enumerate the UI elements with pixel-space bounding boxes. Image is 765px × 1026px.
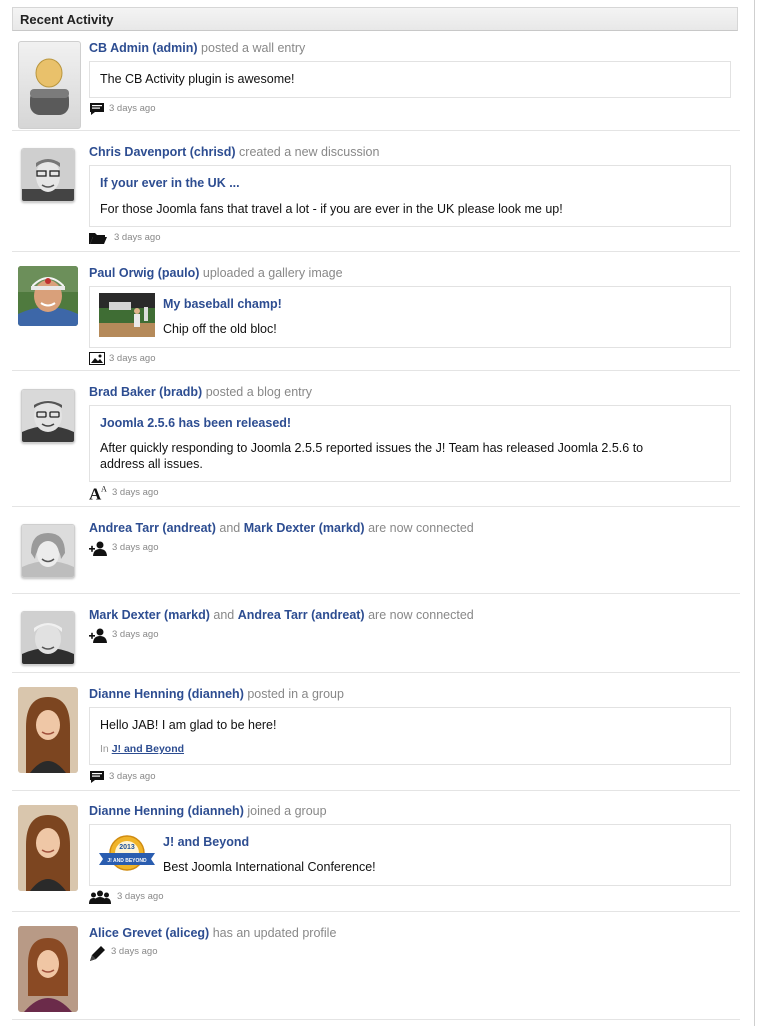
avatar[interactable] (21, 524, 75, 578)
badge-year: 2013 (119, 844, 135, 851)
activity-item: Dianne Henning (dianneh) posted in a gro… (12, 673, 740, 791)
avatar[interactable] (18, 266, 78, 326)
timestamp: 3 days ago (112, 487, 159, 498)
image-icon (89, 352, 105, 365)
timestamp: 3 days ago (112, 629, 159, 640)
joiner-text: and (213, 608, 235, 622)
actor-link[interactable]: CB Admin (admin) (89, 41, 198, 55)
action-text: are now connected (368, 521, 474, 535)
action-text: posted in a group (247, 687, 344, 701)
activity-title: Brad Baker (bradb) posted a blog entry (89, 385, 312, 399)
action-text: posted a blog entry (205, 385, 313, 399)
activity-title: Dianne Henning (dianneh) joined a group (89, 804, 327, 818)
group-prefix: In (100, 743, 109, 755)
activity-title: Andrea Tarr (andreat) and Mark Dexter (m… (89, 521, 474, 535)
content-text-line1: After quickly responding to Joomla 2.5.5… (100, 441, 644, 455)
actor-link[interactable]: Dianne Henning (dianneh) (89, 804, 244, 818)
activity-item: Chris Davenport (chrisd) created a new d… (12, 131, 740, 252)
scrollbar[interactable] (754, 0, 765, 1026)
activity-feed: CB Admin (admin) posted a wall entry The… (12, 31, 740, 1020)
content-text: The CB Activity plugin is awesome! (100, 72, 295, 86)
folder-icon (89, 233, 107, 244)
avatar[interactable] (21, 611, 75, 665)
actor2-link[interactable]: Mark Dexter (markd) (244, 521, 365, 535)
actor-link[interactable]: Dianne Henning (dianneh) (89, 687, 244, 701)
timestamp: 3 days ago (111, 946, 158, 957)
avatar[interactable] (18, 41, 81, 129)
content-text: Best Joomla International Conference! (163, 860, 376, 874)
action-text: has an updated profile (212, 926, 337, 940)
activity-content: 2013 J! AND BEYOND J! and Beyond Best Jo… (89, 824, 731, 886)
group-logo[interactable]: 2013 J! AND BEYOND (99, 831, 155, 875)
avatar[interactable] (18, 805, 78, 891)
activity-item: CB Admin (admin) posted a wall entry The… (12, 31, 740, 131)
timestamp: 3 days ago (109, 103, 156, 114)
timestamp: 3 days ago (114, 232, 161, 243)
add-user-icon (89, 628, 107, 643)
action-text: joined a group (247, 804, 327, 818)
activity-item: Mark Dexter (markd) and Andrea Tarr (and… (12, 594, 740, 673)
avatar[interactable] (18, 926, 78, 1012)
action-text: created a new discussion (239, 145, 380, 159)
gallery-title-link[interactable]: My baseball champ! (163, 297, 282, 311)
actor-link[interactable]: Alice Grevet (aliceg) (89, 926, 209, 940)
content-text: Hello JAB! I am glad to be here! (100, 718, 277, 732)
gallery-thumbnail[interactable] (99, 293, 155, 337)
timestamp: 3 days ago (112, 542, 159, 553)
joiner-text: and (219, 521, 241, 535)
actor-link[interactable]: Andrea Tarr (andreat) (89, 521, 216, 535)
svg-text:A: A (101, 485, 107, 494)
add-user-icon (89, 541, 107, 556)
group-reference: In J! and Beyond (100, 743, 184, 755)
activity-item: Brad Baker (bradb) posted a blog entry J… (12, 371, 740, 507)
activity-item: Dianne Henning (dianneh) joined a group … (12, 791, 740, 912)
action-text: are now connected (368, 608, 474, 622)
group-icon (89, 890, 111, 904)
font-icon: AA (89, 485, 107, 501)
activity-title: Alice Grevet (aliceg) has an updated pro… (89, 926, 336, 940)
timestamp: 3 days ago (109, 353, 156, 364)
comment-icon (90, 771, 104, 783)
activity-item: Alice Grevet (aliceg) has an updated pro… (12, 912, 740, 1020)
activity-content: If your ever in the UK ... For those Joo… (89, 165, 731, 227)
avatar[interactable] (21, 148, 75, 202)
timestamp: 3 days ago (109, 771, 156, 782)
group-title-link[interactable]: J! and Beyond (163, 835, 249, 849)
actor2-link[interactable]: Andrea Tarr (andreat) (238, 608, 365, 622)
content-text-line2: address all issues. (100, 457, 203, 471)
badge-text: J! AND BEYOND (107, 858, 147, 864)
activity-content: The CB Activity plugin is awesome! (89, 61, 731, 98)
content-text: For those Joomla fans that travel a lot … (100, 202, 563, 216)
activity-title: Paul Orwig (paulo) uploaded a gallery im… (89, 266, 343, 280)
panel-header: Recent Activity (12, 7, 738, 31)
content-text: Chip off the old bloc! (163, 322, 277, 336)
group-link[interactable]: J! and Beyond (112, 743, 184, 755)
avatar[interactable] (18, 687, 78, 773)
panel-title: Recent Activity (20, 12, 114, 27)
activity-title: Chris Davenport (chrisd) created a new d… (89, 145, 379, 159)
activity-content: Hello JAB! I am glad to be here! In J! a… (89, 707, 731, 765)
actor-link[interactable]: Chris Davenport (chrisd) (89, 145, 236, 159)
actor-link[interactable]: Mark Dexter (markd) (89, 608, 210, 622)
discussion-title-link[interactable]: If your ever in the UK ... (100, 176, 240, 190)
timestamp: 3 days ago (117, 891, 164, 902)
activity-title: Mark Dexter (markd) and Andrea Tarr (and… (89, 608, 474, 622)
activity-content: Joomla 2.5.6 has been released! After qu… (89, 405, 731, 482)
avatar[interactable] (21, 389, 75, 443)
actor-link[interactable]: Brad Baker (bradb) (89, 385, 202, 399)
blog-title-link[interactable]: Joomla 2.5.6 has been released! (100, 416, 291, 430)
pencil-icon (90, 946, 105, 961)
activity-title: CB Admin (admin) posted a wall entry (89, 41, 305, 55)
comment-icon (90, 103, 104, 115)
action-text: uploaded a gallery image (202, 266, 343, 280)
action-text: posted a wall entry (201, 41, 306, 55)
activity-title: Dianne Henning (dianneh) posted in a gro… (89, 687, 344, 701)
activity-item: Paul Orwig (paulo) uploaded a gallery im… (12, 252, 740, 371)
activity-item: Andrea Tarr (andreat) and Mark Dexter (m… (12, 507, 740, 594)
activity-content: My baseball champ! Chip off the old bloc… (89, 286, 731, 348)
actor-link[interactable]: Paul Orwig (paulo) (89, 266, 199, 280)
